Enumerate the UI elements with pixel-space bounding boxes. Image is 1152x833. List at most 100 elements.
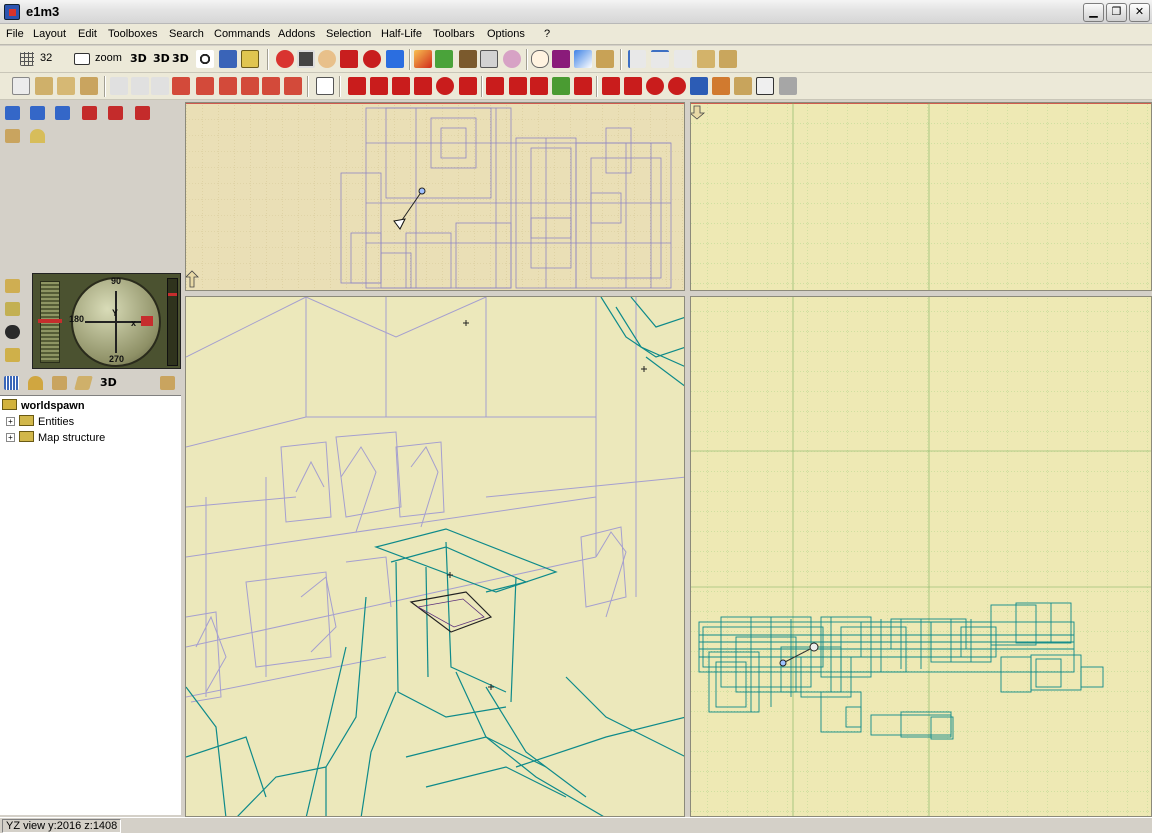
viewport-top[interactable]	[185, 102, 685, 291]
wheel-icon[interactable]	[196, 50, 214, 68]
menu-help[interactable]: ?	[544, 28, 550, 40]
blue-square-icon[interactable]	[386, 50, 404, 68]
scale-icon[interactable]	[5, 302, 20, 316]
tree-item-map-structure[interactable]: + Map structure	[6, 430, 105, 446]
top-view-canvas[interactable]	[186, 103, 685, 291]
menu-options[interactable]: Options	[487, 28, 525, 40]
3d-view-canvas[interactable]	[186, 297, 685, 817]
pencil-icon[interactable]	[574, 50, 592, 68]
mesh-icon[interactable]	[756, 77, 774, 95]
path-icon[interactable]	[5, 325, 20, 339]
menu-toolbars[interactable]: Toolbars	[433, 28, 475, 40]
menu-edit[interactable]: Edit	[78, 28, 97, 40]
menu-half-life[interactable]: Half-Life	[381, 28, 422, 40]
maximize-button[interactable]: ❐	[1106, 3, 1127, 22]
face-icon[interactable]	[318, 50, 336, 68]
cube-gray-icon[interactable]	[779, 77, 797, 95]
texture-red-2-icon[interactable]	[624, 77, 642, 95]
csg-intersect-icon[interactable]	[414, 77, 432, 95]
zoom-button[interactable]: zoom	[95, 52, 122, 64]
floppy-icon[interactable]	[219, 50, 237, 68]
icon-small-6[interactable]	[135, 106, 150, 120]
texture-orange-icon[interactable]	[712, 77, 730, 95]
icon-small-5[interactable]	[108, 106, 123, 120]
brush-red-icon[interactable]	[486, 77, 504, 95]
cube-brown-icon[interactable]	[459, 50, 477, 68]
yz-view-canvas[interactable]	[691, 297, 1152, 817]
mirror-2-icon[interactable]	[196, 77, 214, 95]
texture-red-3-icon[interactable]	[646, 77, 664, 95]
close-button[interactable]: ✕	[1129, 3, 1150, 22]
csg-merge-icon[interactable]	[459, 77, 477, 95]
tree-item-entities[interactable]: + Entities	[6, 414, 74, 430]
viewport-3d[interactable]	[185, 296, 685, 817]
tree-face-icon[interactable]	[74, 376, 93, 390]
export-icon[interactable]	[316, 77, 334, 95]
cube-solid-icon[interactable]	[80, 77, 98, 95]
icon-small-3[interactable]	[55, 106, 70, 120]
book-icon[interactable]	[241, 50, 259, 68]
selection-mode-icon[interactable]	[12, 77, 30, 95]
csg-subtract-icon[interactable]	[370, 77, 388, 95]
menu-commands[interactable]: Commands	[214, 28, 270, 40]
p-icon[interactable]	[363, 50, 381, 68]
tree-cube-icon[interactable]	[52, 376, 67, 390]
face-select-icon[interactable]	[5, 348, 20, 362]
brush-red-4-icon[interactable]	[574, 77, 592, 95]
menu-selection[interactable]: Selection	[326, 28, 371, 40]
menu-search[interactable]: Search	[169, 28, 204, 40]
bell-icon[interactable]	[30, 129, 45, 143]
filmstrip-icon[interactable]	[297, 50, 315, 68]
cube-tan-icon[interactable]	[734, 77, 752, 95]
zoom-slider[interactable]	[167, 278, 178, 366]
tree-options-icon[interactable]	[160, 376, 175, 390]
cube-icon[interactable]	[596, 50, 614, 68]
texture-red-4-icon[interactable]	[668, 77, 686, 95]
icon-small-2[interactable]	[30, 106, 45, 120]
camera-icon[interactable]	[552, 50, 570, 68]
menu-file[interactable]: File	[6, 28, 24, 40]
minimize-button[interactable]: ▁	[1083, 3, 1104, 22]
cube-face-icon[interactable]	[57, 77, 75, 95]
tool-icon[interactable]	[480, 50, 498, 68]
3d-solid-button[interactable]: 3D	[153, 52, 170, 65]
grid-icon[interactable]	[20, 52, 34, 66]
tree-entity-icon[interactable]	[28, 376, 43, 390]
hand-icon[interactable]	[531, 50, 549, 68]
cube-outline-icon[interactable]	[35, 77, 53, 95]
mirror-6-icon[interactable]	[284, 77, 302, 95]
brush-cube-icon[interactable]	[697, 50, 715, 68]
expand-icon[interactable]: +	[6, 433, 15, 442]
rotate-icon[interactable]	[110, 77, 128, 95]
viewport-yz[interactable]	[690, 296, 1152, 817]
menu-toolboxes[interactable]: Toolboxes	[108, 28, 158, 40]
3d-textured-button[interactable]: 3D	[172, 52, 189, 65]
csg-cut-icon[interactable]	[436, 77, 454, 95]
csg-hollow-icon[interactable]	[348, 77, 366, 95]
n-icon[interactable]	[340, 50, 358, 68]
tree-view-icon[interactable]	[4, 376, 19, 390]
tree-root[interactable]: worldspawn	[2, 398, 85, 414]
side-view-canvas[interactable]	[691, 103, 1152, 291]
texture-blue-icon[interactable]	[690, 77, 708, 95]
expand-icon[interactable]: +	[6, 417, 15, 426]
mirror-icon[interactable]	[172, 77, 190, 95]
move-icon[interactable]	[5, 279, 20, 293]
swirl-icon[interactable]	[503, 50, 521, 68]
brush-red-3-icon[interactable]	[530, 77, 548, 95]
cube-icon-left[interactable]	[5, 129, 20, 143]
rotate-2-icon[interactable]	[131, 77, 149, 95]
compass-navigator[interactable]: 90 270 180 x Y	[32, 273, 181, 369]
brush-green-icon[interactable]	[552, 77, 570, 95]
menu-addons[interactable]: Addons	[278, 28, 315, 40]
3d-view-button[interactable]: 3D	[130, 52, 147, 65]
texture-red-icon[interactable]	[602, 77, 620, 95]
viewport-side-top[interactable]	[690, 102, 1152, 291]
csg-add-icon[interactable]	[392, 77, 410, 95]
scatter-icon[interactable]	[674, 50, 692, 68]
flip-icon[interactable]	[151, 77, 169, 95]
entity-icon[interactable]	[276, 50, 294, 68]
icon-small-4[interactable]	[82, 106, 97, 120]
texture-icon[interactable]	[414, 50, 432, 68]
edge-icon[interactable]	[651, 50, 669, 68]
